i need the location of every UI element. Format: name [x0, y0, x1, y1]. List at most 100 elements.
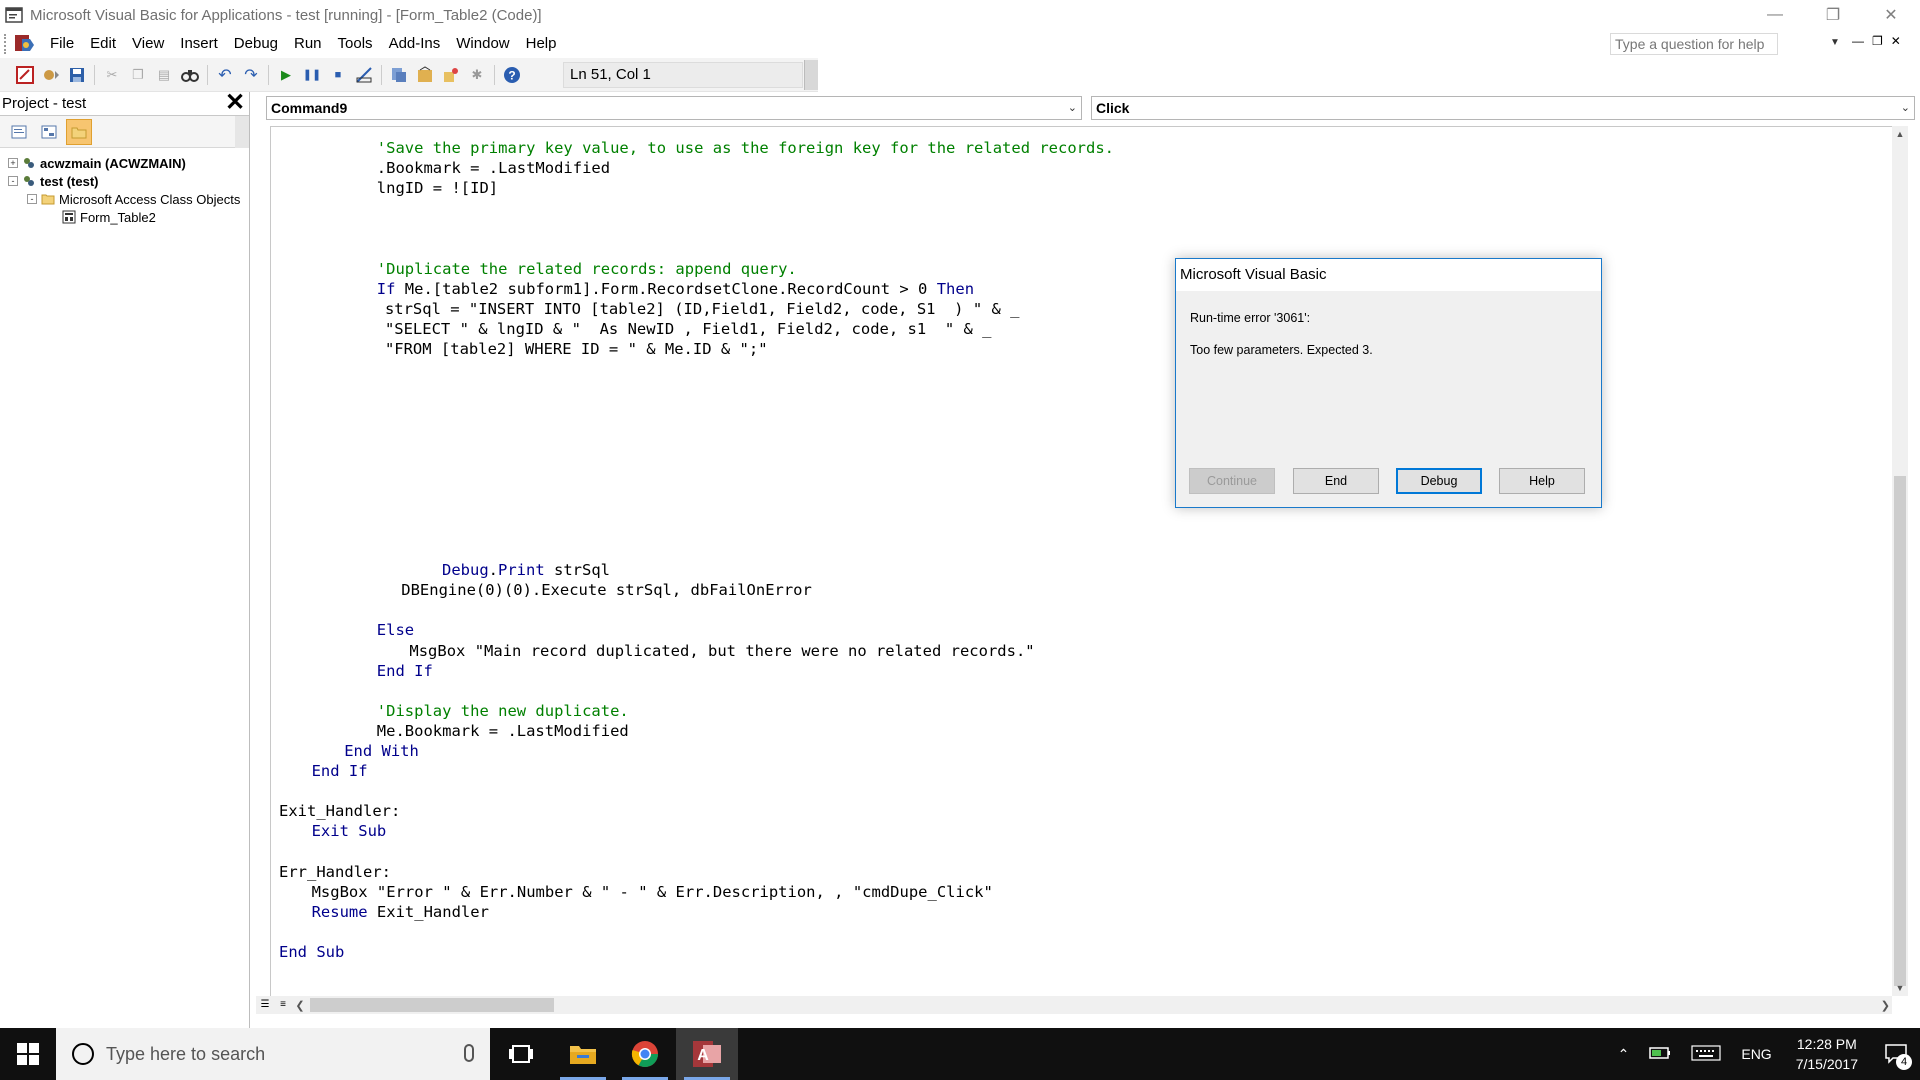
continue-button[interactable]: Continue	[1189, 468, 1275, 494]
design-mode-icon[interactable]	[351, 62, 377, 88]
help-search-input[interactable]: Type a question for help	[1610, 33, 1778, 55]
minimize-icon[interactable]: —	[1746, 0, 1804, 30]
undo-icon[interactable]: ↶	[212, 62, 238, 88]
code-line[interactable]: "FROM [table2] WHERE ID = " & Me.ID & ";…	[385, 339, 768, 359]
insert-module-icon[interactable]	[38, 62, 64, 88]
find-icon[interactable]	[177, 62, 203, 88]
properties-window-icon[interactable]	[412, 62, 438, 88]
chevron-down-icon[interactable]: ⌄	[1068, 97, 1077, 119]
chevron-up-icon[interactable]: ⌃	[1608, 1046, 1640, 1063]
menu-insert[interactable]: Insert	[172, 31, 226, 57]
menu-run[interactable]: Run	[286, 31, 330, 57]
collapse-icon[interactable]: -	[8, 176, 18, 186]
run-icon[interactable]: ▶	[273, 62, 299, 88]
menu-grip[interactable]	[4, 34, 8, 54]
chrome-icon[interactable]	[614, 1028, 676, 1080]
paste-icon[interactable]: ▤	[151, 62, 177, 88]
code-line[interactable]: Else	[377, 620, 414, 640]
code-line[interactable]: Exit_Handler:	[279, 801, 400, 821]
chevron-down-icon[interactable]: ▼	[1830, 37, 1840, 48]
view-object-icon[interactable]	[36, 119, 62, 145]
access-view-icon[interactable]	[14, 33, 36, 55]
code-line[interactable]: End Sub	[279, 942, 344, 962]
project-explorer-icon[interactable]	[386, 62, 412, 88]
mdi-close-icon[interactable]: ✕	[1891, 34, 1901, 48]
menu-view[interactable]: View	[124, 31, 172, 57]
view-code-icon[interactable]	[6, 119, 32, 145]
procedure-view-icon[interactable]: ☰	[256, 997, 274, 1013]
code-line[interactable]: Debug.Print strSql	[442, 560, 610, 580]
break-icon[interactable]: ❚❚	[299, 62, 325, 88]
mdi-minimize-icon[interactable]: —	[1852, 34, 1864, 48]
save-icon[interactable]	[64, 62, 90, 88]
cut-icon[interactable]: ✂	[99, 62, 125, 88]
tree-item-test[interactable]: - test (test)	[0, 172, 249, 190]
scroll-right-icon[interactable]: ❯	[1881, 999, 1890, 1012]
task-view-icon[interactable]	[490, 1028, 552, 1080]
clock[interactable]: 12:28 PM 7/15/2017	[1782, 1034, 1872, 1074]
close-icon[interactable]: ✕	[223, 90, 247, 116]
object-browser-icon[interactable]	[438, 62, 464, 88]
close-icon[interactable]: ✕	[1862, 0, 1920, 30]
mdi-restore-icon[interactable]: ❐	[1872, 34, 1883, 48]
vertical-scrollbar[interactable]: ▲ ▼	[1892, 126, 1908, 996]
chevron-down-icon[interactable]: ⌄	[1901, 97, 1910, 119]
reset-icon[interactable]: ■	[325, 62, 351, 88]
tree-item-class-objects[interactable]: - Microsoft Access Class Objects	[0, 190, 249, 208]
tree-item-acwzmain[interactable]: + acwzmain (ACWZMAIN)	[0, 154, 249, 172]
code-line[interactable]: Me.Bookmark = .LastModified	[377, 721, 629, 741]
file-explorer-icon[interactable]	[552, 1028, 614, 1080]
windows-start-icon[interactable]	[0, 1028, 56, 1080]
end-button[interactable]: End	[1293, 468, 1379, 494]
code-line[interactable]: End If	[312, 761, 368, 781]
help-icon[interactable]: ?	[499, 62, 525, 88]
toolbox-icon[interactable]: ✱	[464, 62, 490, 88]
toggle-folders-icon[interactable]	[66, 118, 92, 145]
microphone-icon[interactable]	[464, 1044, 474, 1062]
view-access-icon[interactable]	[12, 62, 38, 88]
menu-help[interactable]: Help	[518, 31, 565, 57]
procedure-combo[interactable]: Click ⌄	[1091, 96, 1915, 120]
code-line[interactable]: End With	[344, 741, 419, 761]
project-toolbar-scroll[interactable]	[235, 116, 249, 148]
code-line[interactable]: If Me.[table2 subform1].Form.RecordsetCl…	[377, 279, 974, 299]
code-line[interactable]: "SELECT " & lngID & " As NewID , Field1,…	[385, 319, 992, 339]
code-line[interactable]: .Bookmark = .LastModified	[377, 158, 610, 178]
object-combo[interactable]: Command9 ⌄	[266, 96, 1082, 120]
scroll-left-icon[interactable]: ❮	[292, 999, 308, 1012]
full-module-view-icon[interactable]: ≡	[274, 997, 292, 1013]
menu-debug[interactable]: Debug	[226, 31, 286, 57]
code-line[interactable]: End If	[377, 661, 433, 681]
restore-icon[interactable]: ❐	[1804, 0, 1862, 30]
taskbar-search-input[interactable]: Type here to search	[56, 1028, 490, 1080]
expand-icon[interactable]: +	[8, 158, 18, 168]
access-icon[interactable]: A	[676, 1028, 738, 1080]
copy-icon[interactable]: ❐	[125, 62, 151, 88]
collapse-icon[interactable]: -	[27, 194, 37, 204]
help-button[interactable]: Help	[1499, 468, 1585, 494]
code-line[interactable]: lngID = ![ID]	[377, 178, 498, 198]
scroll-down-icon[interactable]: ▼	[1892, 980, 1908, 996]
tree-item-form-table2[interactable]: Form_Table2	[0, 208, 249, 226]
redo-icon[interactable]: ↷	[238, 62, 264, 88]
code-line[interactable]: DBEngine(0)(0).Execute strSql, dbFailOnE…	[401, 580, 812, 600]
keyboard-icon[interactable]	[1681, 1044, 1731, 1064]
code-line[interactable]: Err_Handler:	[279, 862, 391, 882]
code-line[interactable]: 'Duplicate the related records: append q…	[377, 259, 797, 279]
hscroll-thumb[interactable]	[310, 998, 554, 1012]
menu-tools[interactable]: Tools	[330, 31, 381, 57]
code-line[interactable]: MsgBox "Main record duplicated, but ther…	[409, 641, 1034, 661]
scroll-thumb[interactable]	[1894, 476, 1906, 986]
code-line[interactable]: MsgBox "Error " & Err.Number & " - " & E…	[312, 882, 993, 902]
horizontal-scrollbar[interactable]: ☰ ≡ ❮ ❯	[256, 996, 1892, 1014]
code-line[interactable]: 'Save the primary key value, to use as t…	[377, 138, 1114, 158]
toolbar-options-handle[interactable]	[804, 60, 818, 90]
code-line[interactable]: strSql = "INSERT INTO [table2] (ID,Field…	[385, 299, 1020, 319]
action-center-icon[interactable]: 4	[1872, 1028, 1920, 1080]
battery-icon[interactable]	[1639, 1046, 1681, 1063]
code-line[interactable]: Resume Exit_Handler	[312, 902, 489, 922]
menu-window[interactable]: Window	[448, 31, 517, 57]
code-line[interactable]: 'Display the new duplicate.	[377, 701, 629, 721]
menu-add-ins[interactable]: Add-Ins	[381, 31, 449, 57]
menu-edit[interactable]: Edit	[82, 31, 124, 57]
